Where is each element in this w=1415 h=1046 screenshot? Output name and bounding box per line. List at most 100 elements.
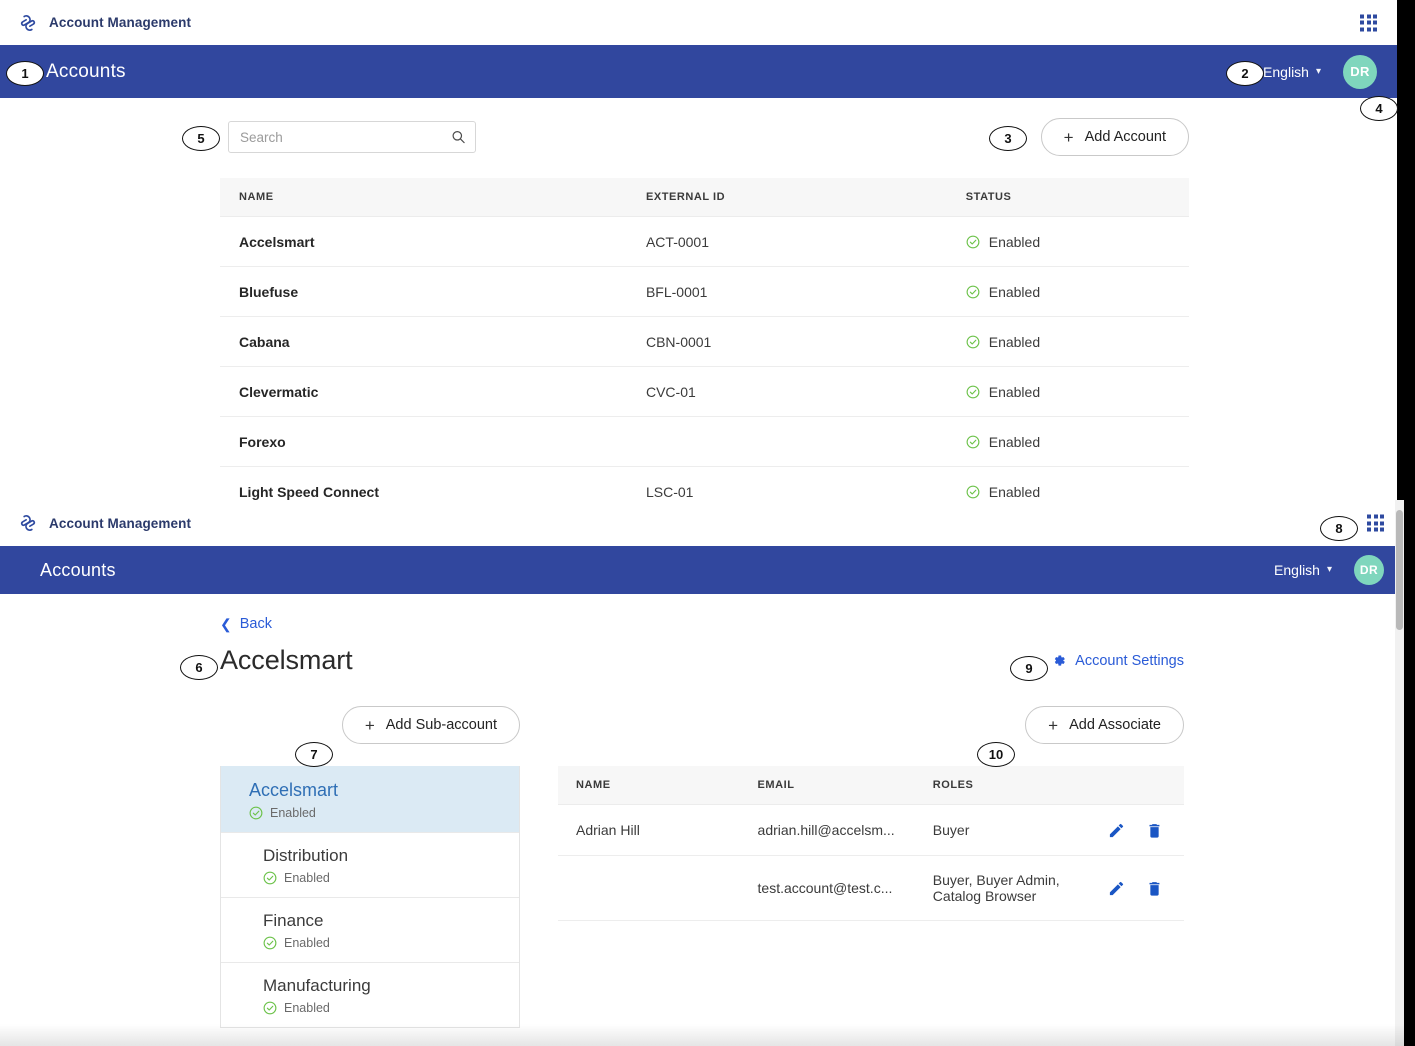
cell-status: Enabled: [946, 316, 1189, 367]
sub-account-status-label: Enabled: [284, 936, 330, 950]
pencil-icon[interactable]: [1108, 822, 1125, 839]
scrollbar-thumb[interactable]: [1396, 510, 1403, 630]
callout-marker-5: 5: [182, 126, 220, 151]
sub-account-list: Accelsmart Enabled Distribution Enabled …: [220, 766, 520, 1028]
table-row[interactable]: Accelsmart ACT-0001 Enabled: [220, 216, 1189, 267]
pencil-icon[interactable]: [1108, 880, 1125, 897]
gear-icon: [1055, 655, 1065, 666]
back-link[interactable]: ❮ Back: [220, 616, 272, 632]
accounts-appbar: Accounts English ▾ DR: [0, 45, 1397, 98]
cell-name: Accelsmart: [220, 216, 627, 267]
table-row[interactable]: Adrian Hill adrian.hill@accelsm... Buyer: [558, 804, 1184, 856]
cell-assoc-name: [558, 855, 740, 921]
trash-icon[interactable]: [1146, 822, 1163, 839]
col-header-assoc-actions: [1090, 766, 1184, 805]
brand-logo-group-detail[interactable]: Account Management: [18, 513, 191, 533]
callout-marker-2: 2: [1226, 61, 1264, 86]
status-label: Enabled: [988, 233, 1041, 250]
col-header-external-id[interactable]: EXTERNAL ID: [626, 178, 947, 217]
associates-table: NAME EMAIL ROLES Adrian Hill adrian.hill…: [558, 766, 1184, 921]
check-circle-icon: [966, 435, 980, 448]
cell-external-id: BFL-0001: [626, 266, 947, 317]
callout-marker-1: 1: [6, 61, 44, 86]
cell-external-id: [626, 416, 947, 467]
callout-marker-7: 7: [295, 742, 333, 767]
callout-marker-4: 4: [1360, 96, 1398, 121]
sub-account-status: Enabled: [263, 936, 503, 950]
search-icon: [452, 130, 465, 144]
accounts-table-header-row: NAME EXTERNAL ID STATUS: [220, 178, 1189, 217]
appbar-right-group: English ▾ DR: [1263, 54, 1377, 89]
list-item[interactable]: Manufacturing Enabled: [221, 962, 519, 1027]
sub-account-status-label: Enabled: [284, 1001, 330, 1015]
cell-assoc-roles: Buyer: [914, 804, 1091, 856]
add-account-button[interactable]: + Add Account: [1040, 118, 1189, 156]
sub-account-name: Finance: [263, 911, 324, 930]
plus-icon: +: [1048, 715, 1059, 735]
associates-header-row: NAME EMAIL ROLES: [558, 766, 1184, 805]
account-settings-link[interactable]: Account Settings: [1051, 653, 1184, 669]
sub-account-name: Manufacturing: [263, 976, 371, 995]
accounts-content: + Add Account NAME EXTERNAL ID STATUS Ac…: [0, 98, 1397, 517]
user-avatar-detail[interactable]: DR: [1354, 555, 1384, 585]
cell-name: Cabana: [220, 316, 627, 367]
user-avatar[interactable]: DR: [1343, 54, 1377, 89]
sub-account-name: Accelsmart: [249, 780, 339, 800]
status-label: Enabled: [988, 433, 1041, 450]
cell-status: Enabled: [946, 366, 1189, 417]
cell-status: Enabled: [946, 266, 1189, 317]
status-label: Enabled: [988, 483, 1041, 500]
detail-appbar-right-group: English ▾ DR: [1274, 555, 1384, 585]
associates-column: + Add Associate NAME EMAIL ROLES Adrian …: [558, 706, 1184, 921]
check-circle-icon: [263, 871, 277, 885]
callout-marker-3: 3: [989, 126, 1027, 151]
col-header-status[interactable]: STATUS: [946, 178, 1189, 217]
brand-logo-group[interactable]: Account Management: [18, 13, 191, 33]
col-header-assoc-roles[interactable]: ROLES: [914, 766, 1091, 805]
col-header-assoc-email[interactable]: EMAIL: [739, 766, 915, 805]
col-header-assoc-name[interactable]: NAME: [558, 766, 740, 805]
sub-account-status-label: Enabled: [284, 871, 330, 885]
plus-icon: +: [364, 715, 375, 735]
cell-name: Forexo: [220, 416, 627, 467]
cell-assoc-actions: [1090, 855, 1184, 921]
add-sub-account-button[interactable]: + Add Sub-account: [341, 706, 520, 744]
list-item[interactable]: Accelsmart Enabled: [221, 766, 519, 832]
accounts-table-body: Accelsmart ACT-0001 Enabled Bluefuse BFL…: [220, 216, 1189, 517]
apps-grid-icon[interactable]: [1360, 14, 1377, 31]
status-label: Enabled: [988, 283, 1041, 300]
callout-marker-9: 9: [1010, 656, 1048, 681]
vertical-scrollbar[interactable]: [1395, 500, 1404, 1046]
paperclip-swirl-logo-icon: [20, 515, 36, 531]
add-associate-button[interactable]: + Add Associate: [1025, 706, 1184, 744]
search-box[interactable]: [228, 121, 476, 153]
language-selector-detail[interactable]: English ▾: [1274, 562, 1332, 578]
detail-appbar: Accounts English ▾ DR: [0, 546, 1404, 594]
check-circle-icon: [966, 285, 980, 298]
col-header-name[interactable]: NAME: [220, 178, 627, 217]
trash-icon[interactable]: [1146, 880, 1163, 897]
cell-assoc-roles: Buyer, Buyer Admin, Catalog Browser: [914, 855, 1091, 921]
cell-external-id: CBN-0001: [626, 316, 947, 367]
language-selector[interactable]: English ▾: [1263, 64, 1321, 80]
language-label: English: [1263, 63, 1309, 80]
chevron-left-icon: ❮: [220, 616, 232, 632]
cell-assoc-actions: [1090, 804, 1184, 856]
table-row[interactable]: Cabana CBN-0001 Enabled: [220, 316, 1189, 367]
add-associate-label: Add Associate: [1069, 717, 1161, 733]
status-label: Enabled: [988, 383, 1041, 400]
brand-title-detail: Account Management: [49, 515, 192, 531]
list-item[interactable]: Distribution Enabled: [221, 832, 519, 897]
search-input[interactable]: [229, 122, 475, 152]
apps-grid-icon-detail[interactable]: [1367, 514, 1384, 532]
table-row[interactable]: Forexo Enabled: [220, 416, 1189, 467]
cell-name: Clevermatic: [220, 366, 627, 417]
cell-status: Enabled: [946, 216, 1189, 267]
list-item[interactable]: Finance Enabled: [221, 897, 519, 962]
table-row[interactable]: Bluefuse BFL-0001 Enabled: [220, 266, 1189, 317]
back-label: Back: [239, 616, 272, 632]
table-row[interactable]: test.account@test.c... Buyer, Buyer Admi…: [558, 855, 1184, 921]
accounts-table: NAME EXTERNAL ID STATUS Accelsmart ACT-0…: [220, 178, 1189, 517]
table-row[interactable]: Clevermatic CVC-01 Enabled: [220, 366, 1189, 417]
sub-account-status: Enabled: [263, 871, 503, 885]
